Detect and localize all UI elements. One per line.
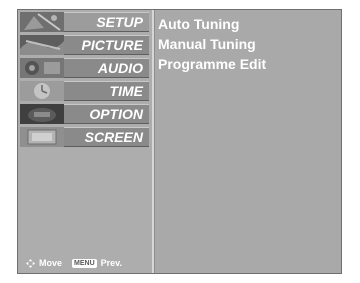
move-hint-label: Move bbox=[39, 258, 63, 268]
submenu-panel: Auto Tuning Manual Tuning Programme Edit bbox=[158, 14, 266, 74]
menu-item-label: AUDIO bbox=[97, 60, 143, 76]
menu-item-label: OPTION bbox=[89, 106, 143, 122]
submenu-item-programme-edit[interactable]: Programme Edit bbox=[158, 54, 266, 74]
picture-thumbnail-icon bbox=[20, 35, 64, 55]
menu-item-screen[interactable]: SCREEN bbox=[18, 126, 152, 148]
navigation-hint: Move MENU Prev. bbox=[26, 258, 122, 268]
menu-item-setup[interactable]: SETUP bbox=[18, 11, 152, 33]
menu-item-label: SCREEN bbox=[84, 129, 143, 145]
clock-thumbnail-icon bbox=[20, 81, 64, 101]
option-thumbnail-icon bbox=[20, 104, 64, 124]
satellite-dish-thumbnail-icon bbox=[20, 12, 64, 32]
menu-item-label-box: PICTURE bbox=[64, 35, 149, 55]
menu-item-label-box: SETUP bbox=[64, 12, 149, 32]
four-way-arrow-icon bbox=[26, 258, 35, 268]
menu-key-badge: MENU bbox=[72, 258, 97, 268]
osd-menu: SETUP PICTURE AUDIO TIME OPTION SCREEN M… bbox=[17, 9, 342, 274]
submenu-item-auto-tuning[interactable]: Auto Tuning bbox=[158, 14, 266, 34]
menu-item-label-box: SCREEN bbox=[64, 127, 149, 147]
panel-divider bbox=[152, 10, 155, 273]
submenu-item-manual-tuning[interactable]: Manual Tuning bbox=[158, 34, 266, 54]
menu-item-label-box: TIME bbox=[64, 81, 149, 101]
menu-item-label: SETUP bbox=[96, 14, 143, 30]
menu-item-label-box: OPTION bbox=[64, 104, 149, 124]
screen-thumbnail-icon bbox=[20, 127, 64, 147]
menu-item-label-box: AUDIO bbox=[64, 58, 149, 78]
menu-item-audio[interactable]: AUDIO bbox=[18, 57, 152, 79]
main-menu-panel: SETUP PICTURE AUDIO TIME OPTION SCREEN M… bbox=[18, 10, 152, 273]
audio-thumbnail-icon bbox=[20, 58, 64, 78]
menu-item-picture[interactable]: PICTURE bbox=[18, 34, 152, 56]
menu-item-option[interactable]: OPTION bbox=[18, 103, 152, 125]
menu-item-label: TIME bbox=[109, 83, 143, 99]
menu-item-time[interactable]: TIME bbox=[18, 80, 152, 102]
menu-item-label: PICTURE bbox=[81, 37, 143, 53]
prev-hint-label: Prev. bbox=[100, 258, 122, 268]
